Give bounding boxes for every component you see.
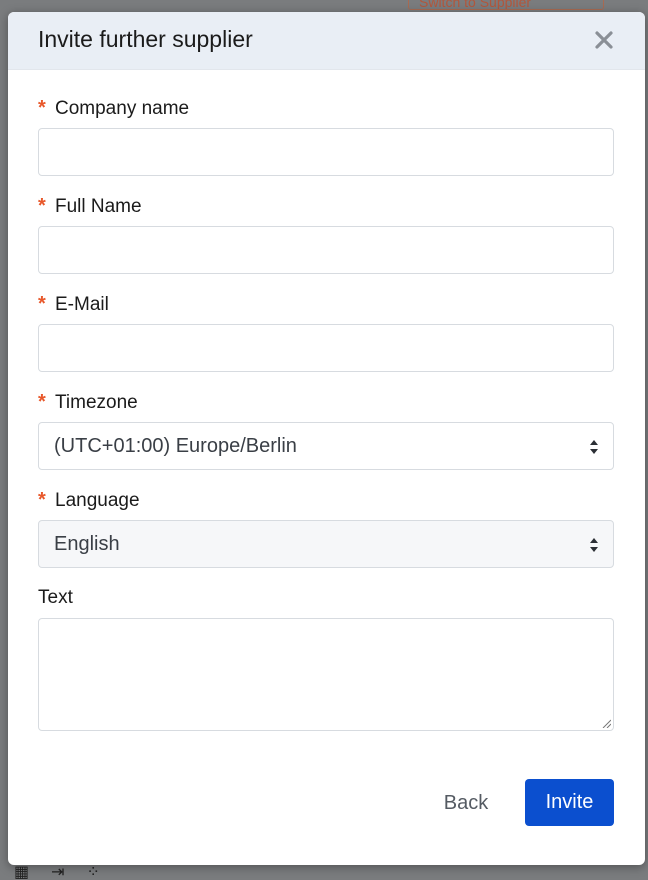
required-marker: * <box>38 489 46 511</box>
email-field: * E-Mail <box>38 293 614 372</box>
full-name-input[interactable] <box>38 226 614 274</box>
dialog-title: Invite further supplier <box>38 26 253 52</box>
company-name-label: Company name <box>55 98 190 119</box>
timezone-field: * Timezone (UTC+01:00) Europe/Berlin <box>38 391 614 470</box>
email-label-row: * E-Mail <box>38 293 614 317</box>
language-label: Language <box>55 490 140 511</box>
back-button[interactable]: Back <box>430 779 502 827</box>
company-name-field: * Company name <box>38 97 614 176</box>
sort-arrows-icon <box>590 440 598 454</box>
text-textarea[interactable] <box>38 618 614 731</box>
invite-button[interactable]: Invite <box>525 779 614 826</box>
full-name-label: Full Name <box>55 196 142 217</box>
required-marker: * <box>38 391 46 413</box>
company-name-label-row: * Company name <box>38 97 614 121</box>
full-name-label-row: * Full Name <box>38 195 614 219</box>
company-name-input[interactable] <box>38 128 614 176</box>
language-select[interactable]: English <box>38 520 614 568</box>
text-label: Text <box>38 587 73 608</box>
dialog-header: Invite further supplier <box>8 12 645 70</box>
text-field: Text <box>38 587 614 731</box>
timezone-label: Timezone <box>55 392 138 413</box>
close-icon[interactable] <box>593 29 615 51</box>
switch-to-supplier-button: Switch to Supplier <box>408 0 604 10</box>
timezone-selected-value: (UTC+01:00) Europe/Berlin <box>54 434 297 457</box>
timezone-select[interactable]: (UTC+01:00) Europe/Berlin <box>38 422 614 470</box>
required-marker: * <box>38 97 46 119</box>
required-marker: * <box>38 293 46 315</box>
email-input[interactable] <box>38 324 614 372</box>
invite-supplier-dialog: Invite further supplier * Company name *… <box>8 12 645 865</box>
language-selected-value: English <box>54 532 120 555</box>
language-label-row: * Language <box>38 489 614 513</box>
dialog-footer: Back Invite <box>8 779 645 827</box>
email-label: E-Mail <box>55 294 109 315</box>
sort-arrows-icon <box>590 538 598 552</box>
resize-handle-icon[interactable] <box>601 718 611 728</box>
required-marker: * <box>38 195 46 217</box>
language-field: * Language English <box>38 489 614 568</box>
timezone-label-row: * Timezone <box>38 391 614 415</box>
full-name-field: * Full Name <box>38 195 614 274</box>
text-label-row: Text <box>38 587 614 611</box>
